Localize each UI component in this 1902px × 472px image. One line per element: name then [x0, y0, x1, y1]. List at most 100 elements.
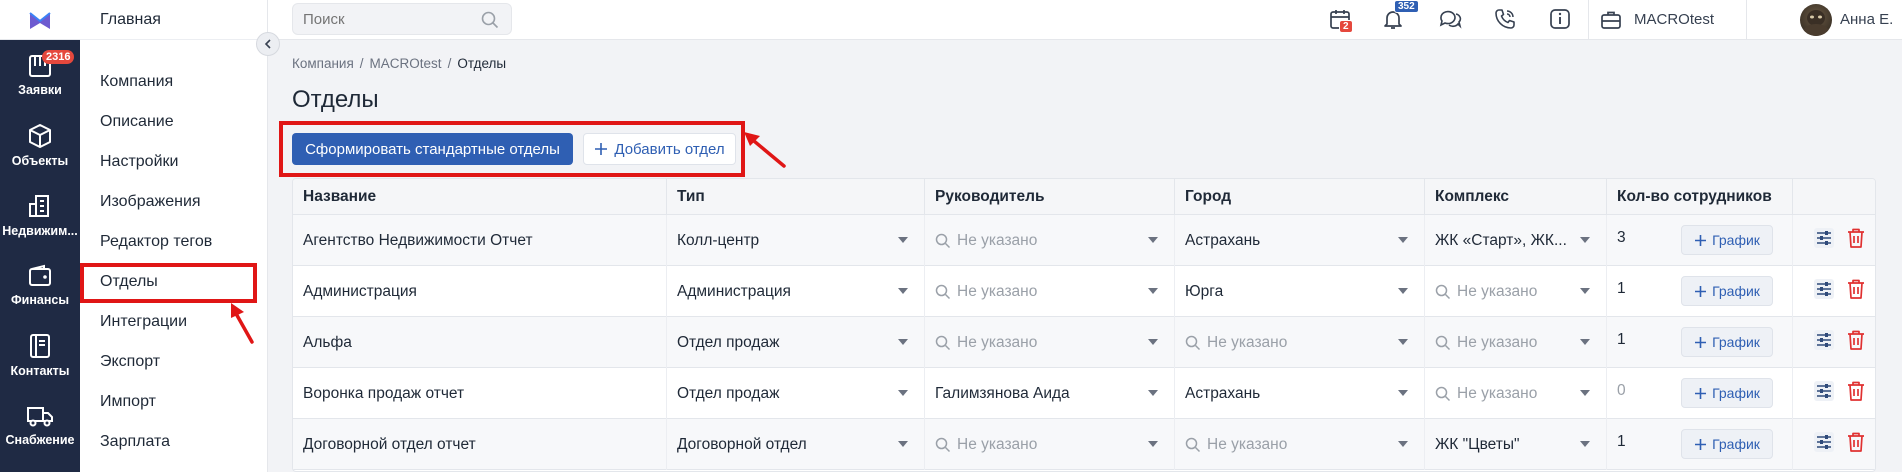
delete-button[interactable] — [1846, 329, 1866, 356]
complex-select[interactable]: Не указано — [1425, 368, 1607, 419]
city-select[interactable]: Астрахань — [1175, 368, 1425, 419]
cell-name[interactable]: Альфа — [293, 317, 667, 368]
plus-icon — [1695, 285, 1707, 297]
chevron-down-icon — [1148, 339, 1158, 345]
settings-button[interactable] — [1813, 278, 1835, 305]
search-box[interactable] — [292, 3, 512, 35]
calls-button[interactable] — [1494, 8, 1516, 35]
sidebar-item-company[interactable]: Компания — [100, 73, 173, 91]
user-name[interactable]: Анна Е. — [1840, 11, 1893, 28]
delete-button[interactable] — [1846, 431, 1866, 458]
delete-button[interactable] — [1846, 227, 1866, 254]
schedule-label: График — [1712, 436, 1760, 452]
rail-item-supply[interactable]: Снабжение — [0, 390, 80, 460]
sidebar-header[interactable]: Главная — [80, 0, 267, 40]
head-select[interactable]: Не указано — [925, 266, 1175, 317]
head-select[interactable]: Не указано — [925, 419, 1175, 470]
rail-item-finance[interactable]: Финансы — [0, 250, 80, 320]
notifications-button[interactable]: 352 — [1382, 0, 1419, 35]
city-select[interactable]: Юрга — [1175, 266, 1425, 317]
sidebar-item-departments[interactable]: Отделы — [100, 273, 158, 291]
sidebar-item-tag-editor[interactable]: Редактор тегов — [100, 233, 212, 251]
schedule-button[interactable]: График — [1681, 276, 1773, 306]
rail-item-contacts[interactable]: Контакты — [0, 320, 80, 390]
plus-icon — [1695, 387, 1707, 399]
complex-select[interactable]: ЖК «Старт», ЖК... — [1425, 215, 1607, 266]
calendar-button[interactable]: 2 — [1329, 8, 1353, 35]
column-header-complex[interactable]: Комплекс — [1425, 179, 1607, 215]
settings-button[interactable] — [1813, 431, 1835, 458]
breadcrumb-link[interactable]: MACROtest — [370, 56, 442, 71]
delete-button[interactable] — [1846, 278, 1866, 305]
rail-item-objects[interactable]: Объекты — [0, 110, 80, 180]
head-select[interactable]: Не указано — [925, 215, 1175, 266]
city-select[interactable]: Не указано — [1175, 419, 1425, 470]
cell-value: Отдел продаж — [677, 333, 780, 351]
head-select[interactable]: Не указано — [925, 317, 1175, 368]
search-input[interactable] — [293, 4, 473, 34]
calendar-badge: 2 — [1339, 20, 1353, 33]
chevron-down-icon — [898, 441, 908, 447]
cell-name[interactable]: Администрация — [293, 266, 667, 317]
sidebar-item-integrations[interactable]: Интеграции — [100, 313, 187, 331]
schedule-label: График — [1712, 232, 1760, 248]
rail-item-label: Снабжение — [5, 432, 75, 447]
column-header-count[interactable]: Кол-во сотрудников — [1607, 179, 1793, 215]
type-select[interactable]: Договорной отдел — [667, 419, 925, 470]
sidebar-collapse-button[interactable] — [256, 32, 280, 56]
schedule-button[interactable]: График — [1681, 225, 1773, 255]
sidebar-item-import[interactable]: Импорт — [100, 393, 156, 411]
placeholder-text: Не указано — [957, 333, 1038, 351]
sliders-icon — [1814, 330, 1834, 350]
rail-item-requests[interactable]: Заявки 2316 — [0, 40, 80, 110]
column-header-head[interactable]: Руководитель — [925, 179, 1175, 215]
table-row: Альфа Отдел продаж Не указано Не указано Не … — [293, 317, 1875, 368]
add-department-button[interactable]: Добавить отдел — [583, 133, 736, 165]
cell-placeholder: Не указано — [1435, 334, 1537, 352]
info-button[interactable] — [1549, 8, 1571, 35]
wallet-icon — [29, 264, 51, 286]
type-select[interactable]: Отдел продаж — [667, 317, 925, 368]
top-header: 2 352 MACROtest Анна Е. — [268, 0, 1902, 40]
settings-button[interactable] — [1813, 329, 1835, 356]
cell-placeholder: Не указано — [1435, 283, 1537, 301]
complex-select[interactable]: Не указано — [1425, 317, 1607, 368]
sidebar-item-export[interactable]: Экспорт — [100, 353, 160, 371]
complex-select[interactable]: Не указано — [1425, 266, 1607, 317]
settings-button[interactable] — [1813, 227, 1835, 254]
chat-button[interactable] — [1438, 8, 1462, 35]
sidebar-item-description[interactable]: Описание — [100, 113, 174, 131]
type-select[interactable]: Администрация — [667, 266, 925, 317]
employee-count: 1 — [1617, 433, 1626, 450]
briefcase-icon — [1601, 11, 1621, 29]
cell-name[interactable]: Агентство Недвижимости Отчет — [293, 215, 667, 266]
complex-select[interactable]: ЖК "Цветы" — [1425, 419, 1607, 470]
app-logo[interactable] — [0, 0, 80, 40]
head-select[interactable]: Галимзянова Аида — [925, 368, 1175, 419]
column-header-type[interactable]: Тип — [667, 179, 925, 215]
rail-item-realty[interactable]: Недвижим... — [0, 180, 80, 250]
schedule-button[interactable]: График — [1681, 378, 1773, 408]
type-select[interactable]: Отдел продаж — [667, 368, 925, 419]
table-row: Воронка продаж отчет Отдел продаж Галимзян… — [293, 368, 1875, 419]
column-header-name[interactable]: Название — [293, 179, 667, 215]
cell-name[interactable]: Воронка продаж отчет — [293, 368, 667, 419]
avatar[interactable] — [1800, 4, 1832, 36]
sidebar-item-salary[interactable]: Зарплата — [100, 433, 170, 451]
schedule-button[interactable]: График — [1681, 429, 1773, 459]
delete-button[interactable] — [1846, 380, 1866, 407]
type-select[interactable]: Колл-центр — [667, 215, 925, 266]
sidebar-item-images[interactable]: Изображения — [100, 193, 201, 211]
company-switcher[interactable]: MACROtest — [1634, 11, 1714, 28]
schedule-button[interactable]: График — [1681, 327, 1773, 357]
cell-name[interactable]: Договорной отдел отчет — [293, 419, 667, 470]
column-header-city[interactable]: Город — [1175, 179, 1425, 215]
city-select[interactable]: Астрахань — [1175, 215, 1425, 266]
column-header-actions — [1793, 179, 1875, 215]
generate-standard-departments-button[interactable]: Сформировать стандартные отделы — [292, 133, 573, 165]
city-select[interactable]: Не указано — [1175, 317, 1425, 368]
settings-button[interactable] — [1813, 380, 1835, 407]
sidebar-item-settings[interactable]: Настройки — [100, 153, 178, 171]
requests-badge: 2316 — [42, 50, 75, 64]
breadcrumb-link[interactable]: Компания — [292, 56, 354, 71]
